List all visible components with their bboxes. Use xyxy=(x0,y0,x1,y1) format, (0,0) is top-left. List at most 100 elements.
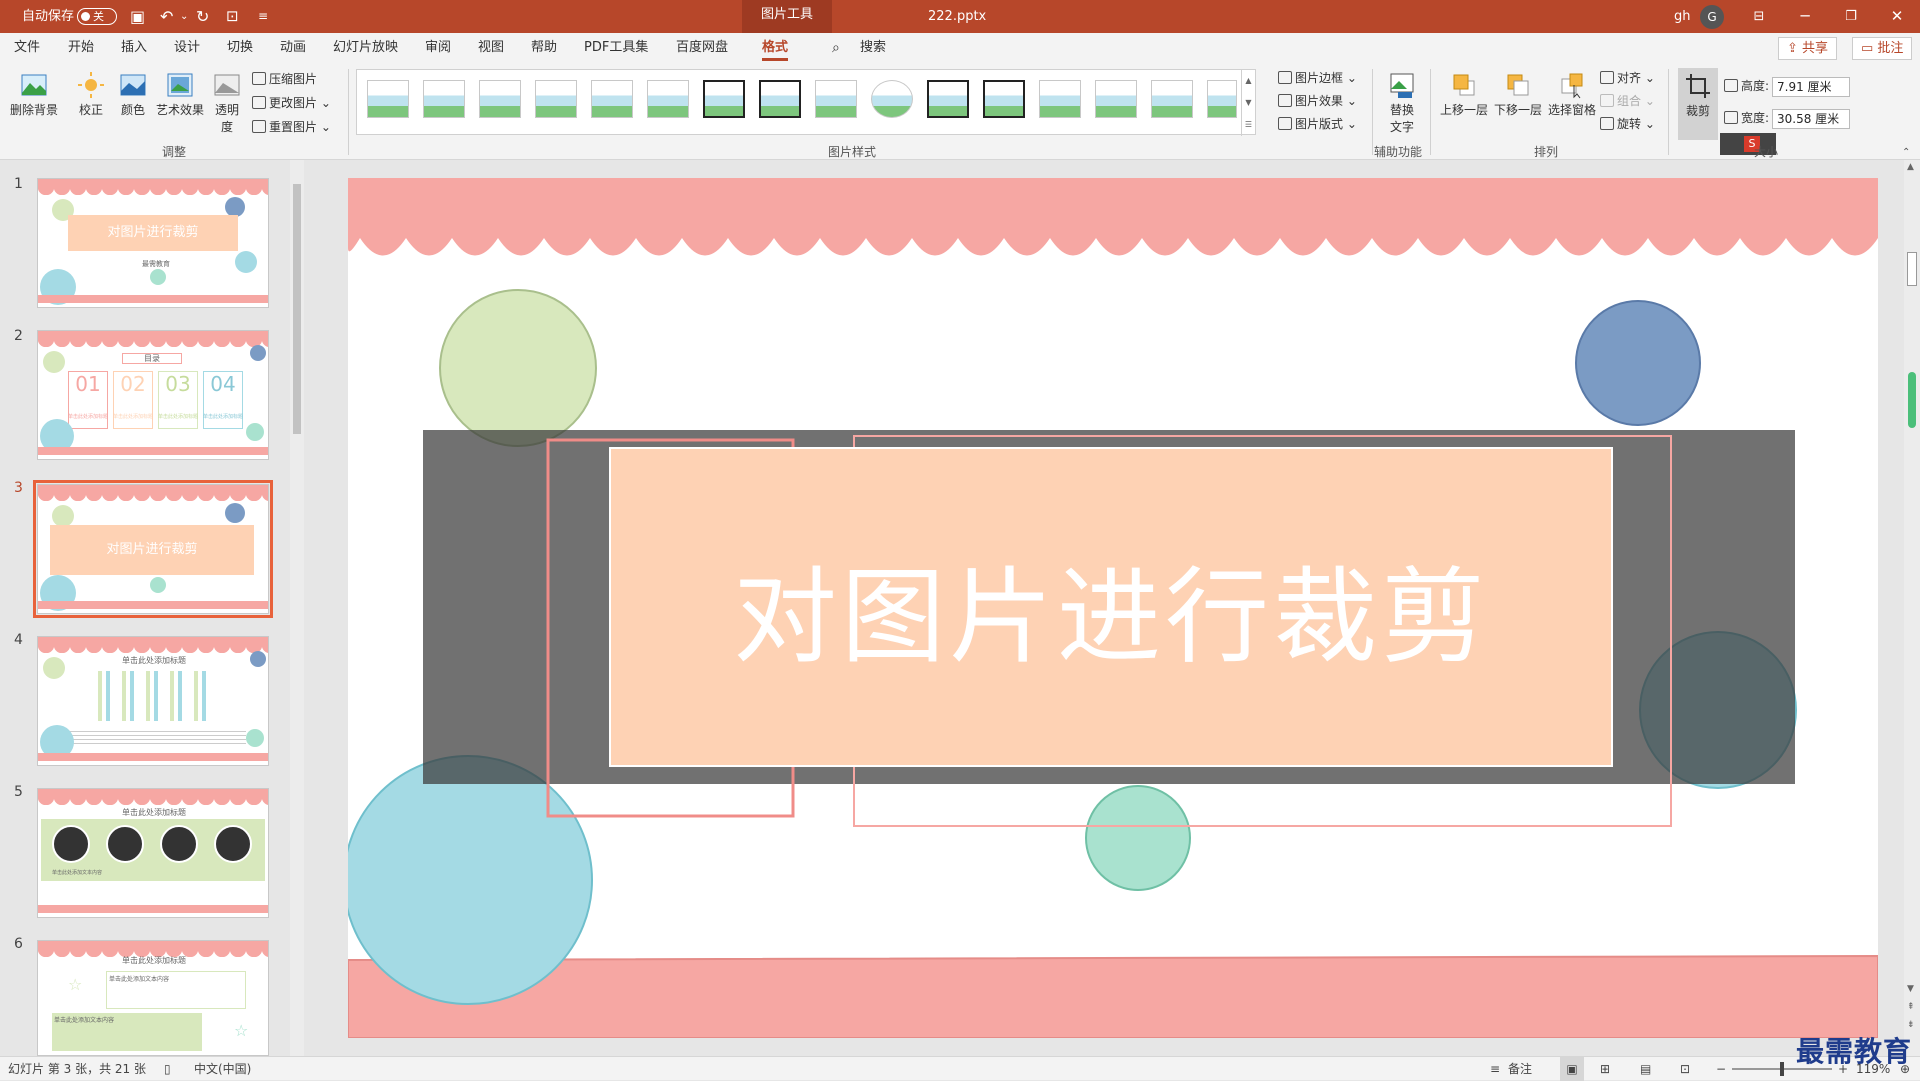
selection-pane-button[interactable]: 选择窗格 xyxy=(1546,71,1598,118)
undo-dropdown-icon[interactable]: ⌄ xyxy=(180,0,188,33)
crop-button[interactable]: 裁剪 xyxy=(1678,68,1718,140)
editor-scrollbar[interactable]: ▲ ▼ ⇞ ⇟ xyxy=(1904,160,1920,1056)
picture-style-15[interactable] xyxy=(1151,80,1193,118)
picture-style-10[interactable] xyxy=(871,80,913,118)
scroll-thumb[interactable] xyxy=(293,184,301,434)
save-icon[interactable]: ▣ xyxy=(130,0,145,33)
current-slide[interactable]: 对图片进行裁剪 xyxy=(348,178,1878,1038)
notes-button[interactable]: 备注 xyxy=(1508,1057,1532,1081)
thumbnail-scrollbar[interactable] xyxy=(290,160,304,1056)
chevron-up-icon[interactable]: ▲ xyxy=(1245,76,1251,85)
alt-text-button[interactable]: 替换文字 xyxy=(1382,71,1422,135)
customize-qat-icon[interactable]: ≡ xyxy=(258,0,268,33)
share-button[interactable]: ⇪ 共享 xyxy=(1778,37,1838,60)
compress-pictures-button[interactable]: 压缩图片 xyxy=(252,69,317,89)
undo-icon[interactable]: ↶ xyxy=(160,0,173,33)
reset-picture-button[interactable]: 重置图片 ⌄ xyxy=(252,117,331,137)
tab-baidu-netdisk[interactable]: 百度网盘 xyxy=(676,33,728,63)
picture-style-4[interactable] xyxy=(535,80,577,118)
language[interactable]: 中文(中国) xyxy=(194,1057,251,1081)
picture-border-button[interactable]: 图片边框 ⌄ xyxy=(1278,68,1357,88)
artistic-effects-button[interactable]: 艺术效果 xyxy=(154,71,206,118)
comment-button[interactable]: ▭ 批注 xyxy=(1852,37,1913,60)
tab-insert[interactable]: 插入 xyxy=(121,33,147,63)
scroll-down-icon[interactable]: ▼ xyxy=(1907,984,1914,994)
tab-transitions[interactable]: 切换 xyxy=(227,33,253,63)
slide-thumbnail-2[interactable]: 目录 01 单击此处添加标题 02 单击此处添加标题 03 单击此处添加标题 0… xyxy=(37,330,269,460)
tab-view[interactable]: 视图 xyxy=(478,33,504,63)
picture-layout-button[interactable]: 图片版式 ⌄ xyxy=(1278,114,1357,134)
next-slide-icon[interactable]: ⇟ xyxy=(1907,1020,1915,1030)
picture-style-16[interactable] xyxy=(1207,80,1237,118)
previous-slide-icon[interactable]: ⇞ xyxy=(1907,1002,1915,1012)
collapse-ribbon-icon[interactable]: ⌃ xyxy=(1902,147,1910,158)
align-button[interactable]: 对齐 ⌄ xyxy=(1600,68,1655,88)
picture-style-3[interactable] xyxy=(479,80,521,118)
reading-view-icon[interactable]: ▤ xyxy=(1640,1057,1651,1081)
ribbon-display-icon[interactable]: ⊟ xyxy=(1736,0,1782,33)
minimize-icon[interactable]: ─ xyxy=(1782,0,1828,33)
slide-thumbnail-4[interactable]: 单击此处添加标题 xyxy=(37,636,269,766)
picture-style-5[interactable] xyxy=(591,80,633,118)
width-input[interactable]: 30.58 厘米 xyxy=(1772,109,1850,129)
picture-style-14[interactable] xyxy=(1095,80,1137,118)
picture-style-7[interactable] xyxy=(703,80,745,118)
present-icon[interactable]: ⊡ xyxy=(226,0,239,33)
picture-effects-button[interactable]: 图片效果 ⌄ xyxy=(1278,91,1357,111)
restore-icon[interactable]: ❐ xyxy=(1828,0,1874,33)
zoom-out-icon[interactable]: − xyxy=(1716,1057,1726,1081)
picture-style-6[interactable] xyxy=(647,80,689,118)
tab-home[interactable]: 开始 xyxy=(68,33,94,63)
autosave-toggle[interactable]: 关 xyxy=(77,8,117,25)
slide-thumbnail-6[interactable]: 单击此处添加标题 单击此处添加文本内容 单击此处添加文本内容 ☆ ☆ xyxy=(37,940,269,1056)
send-backward-button[interactable]: 下移一层 xyxy=(1492,71,1544,118)
spellcheck-icon[interactable]: ▯ xyxy=(164,1057,171,1081)
slide-title[interactable]: 对图片进行裁剪 xyxy=(610,448,1612,766)
change-picture-button[interactable]: 更改图片 ⌄ xyxy=(252,93,331,113)
picture-styles-gallery[interactable]: ▲ ▼ ☰ xyxy=(356,69,1256,136)
corrections-button[interactable]: 校正 xyxy=(74,71,108,118)
picture-style-12[interactable] xyxy=(983,80,1025,118)
picture-style-1[interactable] xyxy=(367,80,409,118)
tab-animations[interactable]: 动画 xyxy=(280,33,306,63)
scroll-thumb[interactable] xyxy=(1907,252,1917,286)
tab-slideshow[interactable]: 幻灯片放映 xyxy=(333,33,398,63)
chevron-down-icon[interactable]: ▼ xyxy=(1245,98,1251,107)
tab-pdf-tools[interactable]: PDF工具集 xyxy=(584,33,648,63)
tab-help[interactable]: 帮助 xyxy=(531,33,557,63)
notes-icon[interactable]: ≡ xyxy=(1490,1057,1500,1081)
height-input[interactable]: 7.91 厘米 xyxy=(1772,77,1850,97)
picture-style-13[interactable] xyxy=(1039,80,1081,118)
normal-view-icon[interactable]: ▣ xyxy=(1560,1057,1584,1081)
close-icon[interactable]: ✕ xyxy=(1874,0,1920,33)
zoom-slider-thumb[interactable] xyxy=(1780,1062,1784,1076)
rotate-button[interactable]: 旋转 ⌄ xyxy=(1600,114,1655,134)
gallery-scroll[interactable]: ▲ ▼ ☰ xyxy=(1241,70,1255,136)
redo-icon[interactable]: ↻ xyxy=(196,0,209,33)
slideshow-icon[interactable]: ⊡ xyxy=(1680,1057,1690,1081)
group-button[interactable]: 组合 ⌄ xyxy=(1600,91,1655,111)
slide-thumbnail-1[interactable]: 对图片进行裁剪 最需教育 xyxy=(37,178,269,308)
avatar[interactable]: G xyxy=(1700,5,1724,29)
tab-review[interactable]: 审阅 xyxy=(425,33,451,63)
bring-forward-button[interactable]: 上移一层 xyxy=(1438,71,1490,118)
slide-thumbnail-5[interactable]: 单击此处添加标题 单击此处添加文本内容 xyxy=(37,788,269,918)
picture-style-9[interactable] xyxy=(815,80,857,118)
picture-style-11[interactable] xyxy=(927,80,969,118)
tab-format[interactable]: 格式 xyxy=(762,33,789,63)
search-icon[interactable]: ⌕ xyxy=(832,33,840,63)
scroll-up-icon[interactable]: ▲ xyxy=(1907,162,1914,172)
gallery-more-icon[interactable]: ☰ xyxy=(1245,120,1252,129)
tab-file[interactable]: 文件 xyxy=(14,33,40,63)
picture-style-2[interactable] xyxy=(423,80,465,118)
slide-thumbnail-3[interactable]: 对图片进行裁剪 xyxy=(33,480,273,618)
scallop-border xyxy=(38,485,268,501)
remove-background-button[interactable]: 删除背景 xyxy=(8,71,60,118)
tab-design[interactable]: 设计 xyxy=(174,33,200,63)
search-label[interactable]: 搜索 xyxy=(860,33,886,63)
slide-sorter-icon[interactable]: ⊞ xyxy=(1600,1057,1610,1081)
decor-circle xyxy=(43,351,65,373)
color-button[interactable]: 颜色 xyxy=(116,71,150,118)
transparency-button[interactable]: 透明度 xyxy=(212,71,242,135)
picture-style-8[interactable] xyxy=(759,80,801,118)
